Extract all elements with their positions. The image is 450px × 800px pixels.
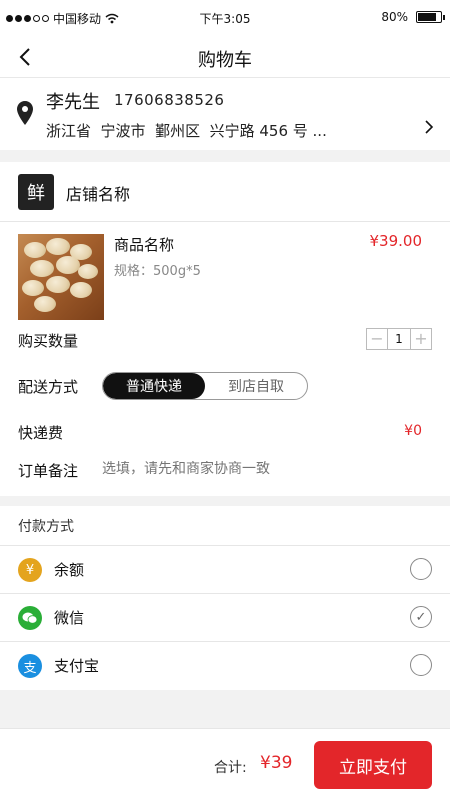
decrease-button[interactable]: − (366, 328, 388, 350)
order-card: 鲜 店铺名称 商品名称 规格：500g*5 ¥39.00 购买数量 − 1 + … (0, 162, 450, 496)
wechat-icon (18, 606, 42, 630)
recipient-name: 李先生 (46, 92, 100, 113)
checkout-bar: 合计: ¥39 立即支付 (0, 728, 450, 800)
battery-percent: 80% (381, 10, 408, 24)
status-right: 80% (381, 10, 445, 24)
pay-now-button[interactable]: 立即支付 (314, 741, 432, 789)
total-label: 合计: (214, 760, 247, 776)
shipping-fee-label: 快递费 (18, 424, 64, 442)
alipay-icon: 支 (18, 654, 42, 678)
quantity-value[interactable]: 1 (388, 328, 410, 350)
shop-logo-text: 鲜 (27, 183, 45, 204)
payment-section: 付款方式 ¥ 余额 微信 ✓ 支 支付宝 (0, 506, 450, 690)
payment-title: 付款方式 (18, 519, 74, 535)
shipping-fee-value: ¥0 (404, 423, 422, 439)
payment-method-label: 微信 (54, 609, 85, 627)
address-detail: 浙江省 宁波市 鄞州区 兴宁路 456 号 ... (46, 122, 327, 140)
delivery-toggle: 普通快递 到店自取 (102, 372, 308, 400)
shop-header: 鲜 店铺名称 (0, 162, 450, 222)
address-section[interactable]: 李先生 17606838526 浙江省 宁波市 鄞州区 兴宁路 456 号 ..… (0, 78, 450, 150)
page-title: 购物车 (198, 50, 252, 71)
delivery-option-pickup[interactable]: 到店自取 (205, 373, 307, 399)
product-spec: 规格：500g*5 (114, 264, 201, 279)
payment-method-alipay[interactable]: 支 支付宝 (0, 641, 450, 689)
quantity-stepper: − 1 + (366, 328, 432, 350)
status-bar: 中国移动 下午3:05 80% (0, 0, 450, 36)
payment-method-wechat[interactable]: 微信 ✓ (0, 593, 450, 641)
location-pin-icon (17, 101, 33, 125)
payment-method-label: 支付宝 (54, 657, 100, 675)
quantity-label: 购买数量 (18, 332, 79, 350)
battery-icon (416, 11, 445, 23)
radio-button-checked[interactable]: ✓ (410, 606, 432, 628)
order-note-label: 订单备注 (18, 462, 79, 480)
chevron-right-icon[interactable] (424, 120, 434, 134)
delivery-option-express[interactable]: 普通快递 (103, 373, 205, 399)
product-name: 商品名称 (114, 236, 175, 254)
payment-method-label: 余额 (54, 561, 85, 579)
radio-button[interactable] (410, 558, 432, 580)
shop-name: 店铺名称 (66, 185, 131, 204)
recipient-phone: 17606838526 (114, 91, 225, 109)
shop-logo: 鲜 (18, 174, 54, 210)
product-price: ¥39.00 (369, 232, 423, 250)
payment-method-balance[interactable]: ¥ 余额 (0, 545, 450, 593)
radio-button[interactable] (410, 654, 432, 676)
order-note-input[interactable] (102, 461, 422, 477)
nav-bar: 购物车 (0, 36, 450, 78)
product-image (18, 234, 104, 320)
yuan-icon: ¥ (18, 558, 42, 582)
total-value: ¥39 (260, 753, 293, 773)
increase-button[interactable]: + (410, 328, 432, 350)
delivery-label: 配送方式 (18, 378, 79, 396)
